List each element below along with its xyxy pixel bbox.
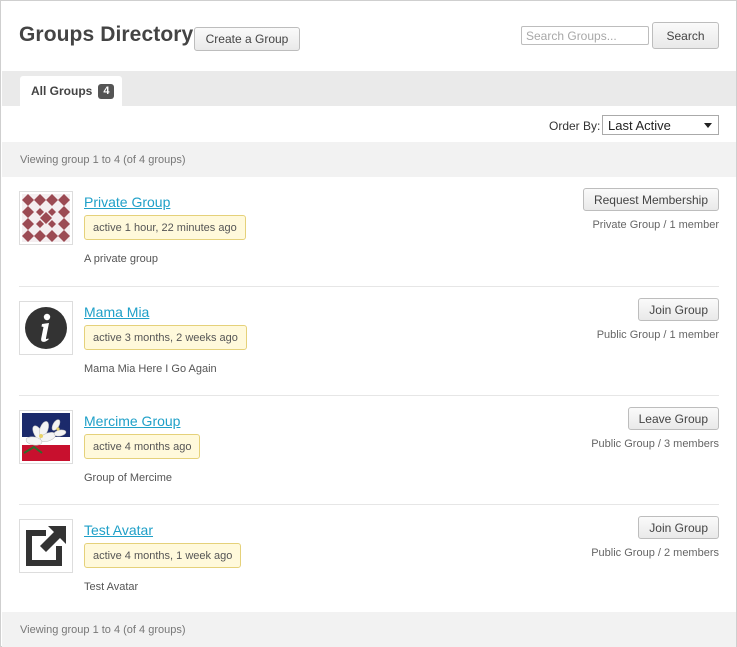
activity-badge: active 3 months, 2 weeks ago [84,325,247,350]
group-avatar[interactable] [19,410,73,464]
group-avatar[interactable] [19,301,73,355]
group-description: Group of Mercime [84,472,173,484]
group-row: Mercime Group active 4 months ago Group … [19,396,719,505]
group-row: Mama Mia active 3 months, 2 weeks ago Ma… [19,287,719,396]
tab-label: All Groups [31,84,93,98]
info-icon [22,304,70,352]
order-by-value: Last Active [608,117,671,133]
pagination-text: Viewing group 1 to 4 (of 4 groups) [20,623,186,636]
request-membership-button[interactable]: Request Membership [582,188,719,211]
order-by-label: Order By: [549,119,601,133]
flower-photo-icon [22,413,70,461]
group-description: Mama Mia Here I Go Again [84,363,217,375]
activity-badge: active 4 months ago [84,434,201,459]
external-link-icon [22,522,70,570]
group-name-link[interactable]: Mercime Group [84,413,180,429]
order-by-select[interactable]: Last Active [602,115,719,135]
group-meta: Public Group / 3 members [591,438,719,450]
pattern-avatar-icon [22,194,70,242]
tab-count-badge: 4 [98,83,115,99]
activity-badge: active 1 hour, 22 minutes ago [84,215,246,240]
tabs-bar: All Groups 4 [2,71,736,106]
groups-directory-page: Groups Directory Create a Group Search A… [0,0,737,647]
pagination-count-bottom: Viewing group 1 to 4 (of 4 groups) [2,612,736,647]
tab-all-groups[interactable]: All Groups 4 [20,76,122,106]
chevron-down-icon [704,123,712,128]
join-group-button[interactable]: Join Group [638,298,719,321]
page-title: Groups Directory [19,23,194,46]
pagination-text: Viewing group 1 to 4 (of 4 groups) [20,153,186,166]
activity-badge: active 4 months, 1 week ago [84,543,242,568]
group-row: Test Avatar active 4 months, 1 week ago … [19,505,719,614]
search-button[interactable]: Search [652,22,719,49]
group-description: A private group [84,253,158,265]
leave-group-button[interactable]: Leave Group [627,407,719,430]
group-avatar[interactable] [19,191,73,245]
pagination-count-top: Viewing group 1 to 4 (of 4 groups) [2,142,736,177]
join-group-button[interactable]: Join Group [638,516,719,539]
group-meta: Public Group / 2 members [591,547,719,559]
group-name-link[interactable]: Mama Mia [84,304,149,320]
group-meta: Private Group / 1 member [592,219,719,231]
group-meta: Public Group / 1 member [596,329,719,341]
group-name-link[interactable]: Private Group [84,194,170,210]
create-group-button[interactable]: Create a Group [194,27,300,51]
group-row: Private Group active 1 hour, 22 minutes … [19,177,719,286]
group-avatar[interactable] [19,519,73,573]
group-description: Test Avatar [84,581,139,593]
search-input[interactable] [521,26,649,45]
group-name-link[interactable]: Test Avatar [84,522,153,538]
